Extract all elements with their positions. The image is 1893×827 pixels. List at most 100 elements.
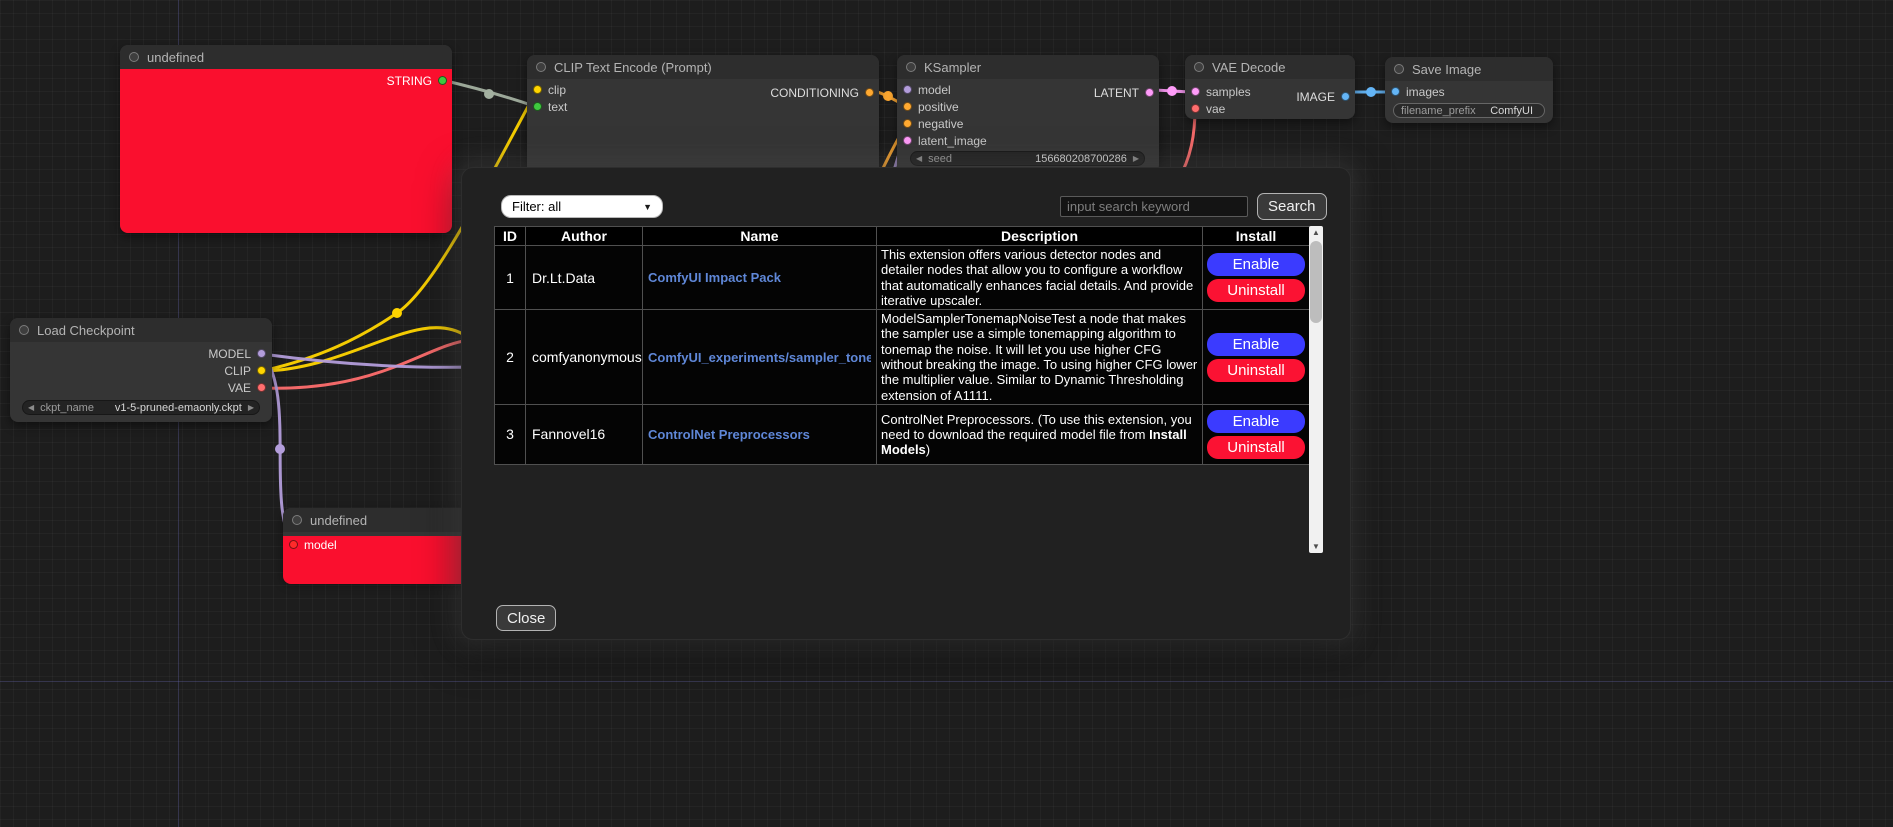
input-slot-vae[interactable] xyxy=(1191,104,1200,113)
node-title-bar[interactable]: Save Image xyxy=(1385,57,1553,81)
output-slot-model[interactable] xyxy=(257,349,266,358)
input-label: clip xyxy=(548,83,566,97)
scroll-up-icon[interactable]: ▲ xyxy=(1309,226,1323,239)
ckpt-name-widget[interactable]: ◀ ckpt_name v1-5-pruned-emaonly.ckpt ▶ xyxy=(22,400,260,415)
node-title-bar[interactable]: undefined xyxy=(120,45,452,69)
dropdown-arrow-icon: ▼ xyxy=(643,202,652,212)
input-slot-clip[interactable] xyxy=(533,85,542,94)
header-description: Description xyxy=(877,227,1203,246)
collapse-dot-icon[interactable] xyxy=(536,62,546,72)
input-slot-latent-image[interactable] xyxy=(903,136,912,145)
input-label: negative xyxy=(918,117,963,131)
uninstall-button[interactable]: Uninstall xyxy=(1207,279,1305,302)
input-slot-negative[interactable] xyxy=(903,119,912,128)
output-slot-clip[interactable] xyxy=(257,366,266,375)
table-header-row: ID Author Name Description Install xyxy=(495,227,1310,246)
scrollbar-track[interactable]: ▲ ▼ xyxy=(1309,226,1323,553)
collapse-dot-icon[interactable] xyxy=(292,515,302,525)
ext-author: comfyanonymous xyxy=(526,310,643,405)
output-label: LATENT xyxy=(1094,86,1139,100)
uninstall-button[interactable]: Uninstall xyxy=(1207,359,1305,382)
node-save-image[interactable]: Save Image images filename_prefix ComfyU… xyxy=(1385,57,1553,123)
input-slot-model[interactable] xyxy=(289,540,298,549)
collapse-dot-icon[interactable] xyxy=(129,52,139,62)
wire-dot-latent xyxy=(1167,86,1177,96)
widget-label: ckpt_name xyxy=(40,402,94,414)
ext-author: Dr.Lt.Data xyxy=(526,246,643,310)
output-slot-string[interactable] xyxy=(438,76,447,85)
decrement-icon[interactable]: ◀ xyxy=(28,404,34,412)
output-label: STRING xyxy=(387,74,432,88)
enable-button[interactable]: Enable xyxy=(1207,410,1305,433)
input-label: images xyxy=(1406,85,1445,99)
node-title: KSampler xyxy=(924,60,981,75)
scrollbar-thumb[interactable] xyxy=(1310,241,1322,323)
output-label: CLIP xyxy=(224,364,251,378)
close-button[interactable]: Close xyxy=(496,605,556,631)
search-button[interactable]: Search xyxy=(1257,193,1327,220)
node-title: CLIP Text Encode (Prompt) xyxy=(554,60,712,75)
collapse-dot-icon[interactable] xyxy=(1394,64,1404,74)
node-body-error: STRING xyxy=(120,69,452,233)
header-install: Install xyxy=(1203,227,1310,246)
search-input[interactable] xyxy=(1060,196,1248,217)
node-title-bar[interactable]: Load Checkpoint xyxy=(10,318,272,342)
node-vae-decode[interactable]: VAE Decode samples vae IMAGE xyxy=(1185,55,1355,119)
collapse-dot-icon[interactable] xyxy=(1194,62,1204,72)
header-id: ID xyxy=(495,227,526,246)
node-undefined-model[interactable]: undefined model xyxy=(283,508,473,580)
filename-prefix-widget[interactable]: filename_prefix ComfyUI xyxy=(1393,103,1545,118)
uninstall-button[interactable]: Uninstall xyxy=(1207,436,1305,459)
extension-link[interactable]: ControlNet Preprocessors xyxy=(648,427,871,442)
input-slot-images[interactable] xyxy=(1391,87,1400,96)
widget-value: v1-5-pruned-emaonly.ckpt xyxy=(115,402,242,414)
output-label: CONDITIONING xyxy=(770,86,859,100)
ext-id: 3 xyxy=(495,404,526,464)
node-title-bar[interactable]: undefined xyxy=(283,508,473,532)
input-label: model xyxy=(304,538,337,552)
input-label: model xyxy=(918,83,951,97)
ext-id: 2 xyxy=(495,310,526,405)
input-slot-positive[interactable] xyxy=(903,102,912,111)
header-author: Author xyxy=(526,227,643,246)
node-title: Save Image xyxy=(1412,62,1481,77)
input-slot-text[interactable] xyxy=(533,102,542,111)
table-row: 3 Fannovel16 ControlNet Preprocessors Co… xyxy=(495,404,1310,464)
output-slot-conditioning[interactable] xyxy=(865,88,874,97)
output-slot-image[interactable] xyxy=(1341,92,1350,101)
node-title: undefined xyxy=(310,513,367,528)
decrement-icon[interactable]: ◀ xyxy=(916,155,922,163)
node-undefined-string[interactable]: undefined STRING xyxy=(120,45,452,233)
extension-link[interactable]: ComfyUI_experiments/sampler_tonemap xyxy=(648,350,871,365)
enable-button[interactable]: Enable xyxy=(1207,253,1305,276)
output-slot-latent[interactable] xyxy=(1145,88,1154,97)
input-slot-samples[interactable] xyxy=(1191,87,1200,96)
header-name: Name xyxy=(643,227,877,246)
input-slot-model[interactable] xyxy=(903,85,912,94)
wire-dot-string xyxy=(484,89,494,99)
scroll-down-icon[interactable]: ▼ xyxy=(1309,540,1323,553)
node-title-bar[interactable]: KSampler xyxy=(897,55,1159,79)
extension-link[interactable]: ComfyUI Impact Pack xyxy=(648,270,871,285)
input-label: positive xyxy=(918,100,959,114)
increment-icon[interactable]: ▶ xyxy=(1133,155,1139,163)
node-ksampler[interactable]: KSampler model positive negative latent_… xyxy=(897,55,1159,173)
seed-widget[interactable]: ◀ seed 156680208700286 ▶ xyxy=(910,151,1145,166)
increment-icon[interactable]: ▶ xyxy=(248,404,254,412)
widget-label: seed xyxy=(928,153,952,165)
collapse-dot-icon[interactable] xyxy=(19,325,29,335)
node-load-checkpoint[interactable]: Load Checkpoint MODEL CLIP VAE ◀ ckpt_na… xyxy=(10,318,272,422)
widget-value: ComfyUI xyxy=(1490,105,1533,117)
filter-select[interactable]: Filter: all ▼ xyxy=(501,195,663,218)
collapse-dot-icon[interactable] xyxy=(906,62,916,72)
node-title-bar[interactable]: VAE Decode xyxy=(1185,55,1355,79)
wire-dot-image xyxy=(1366,87,1376,97)
output-slot-vae[interactable] xyxy=(257,383,266,392)
input-label: latent_image xyxy=(918,134,987,148)
node-title: undefined xyxy=(147,50,204,65)
input-label: samples xyxy=(1206,85,1251,99)
widget-label: filename_prefix xyxy=(1401,105,1476,117)
enable-button[interactable]: Enable xyxy=(1207,333,1305,356)
node-title-bar[interactable]: CLIP Text Encode (Prompt) xyxy=(527,55,879,79)
wire-dot-clip xyxy=(392,308,402,318)
